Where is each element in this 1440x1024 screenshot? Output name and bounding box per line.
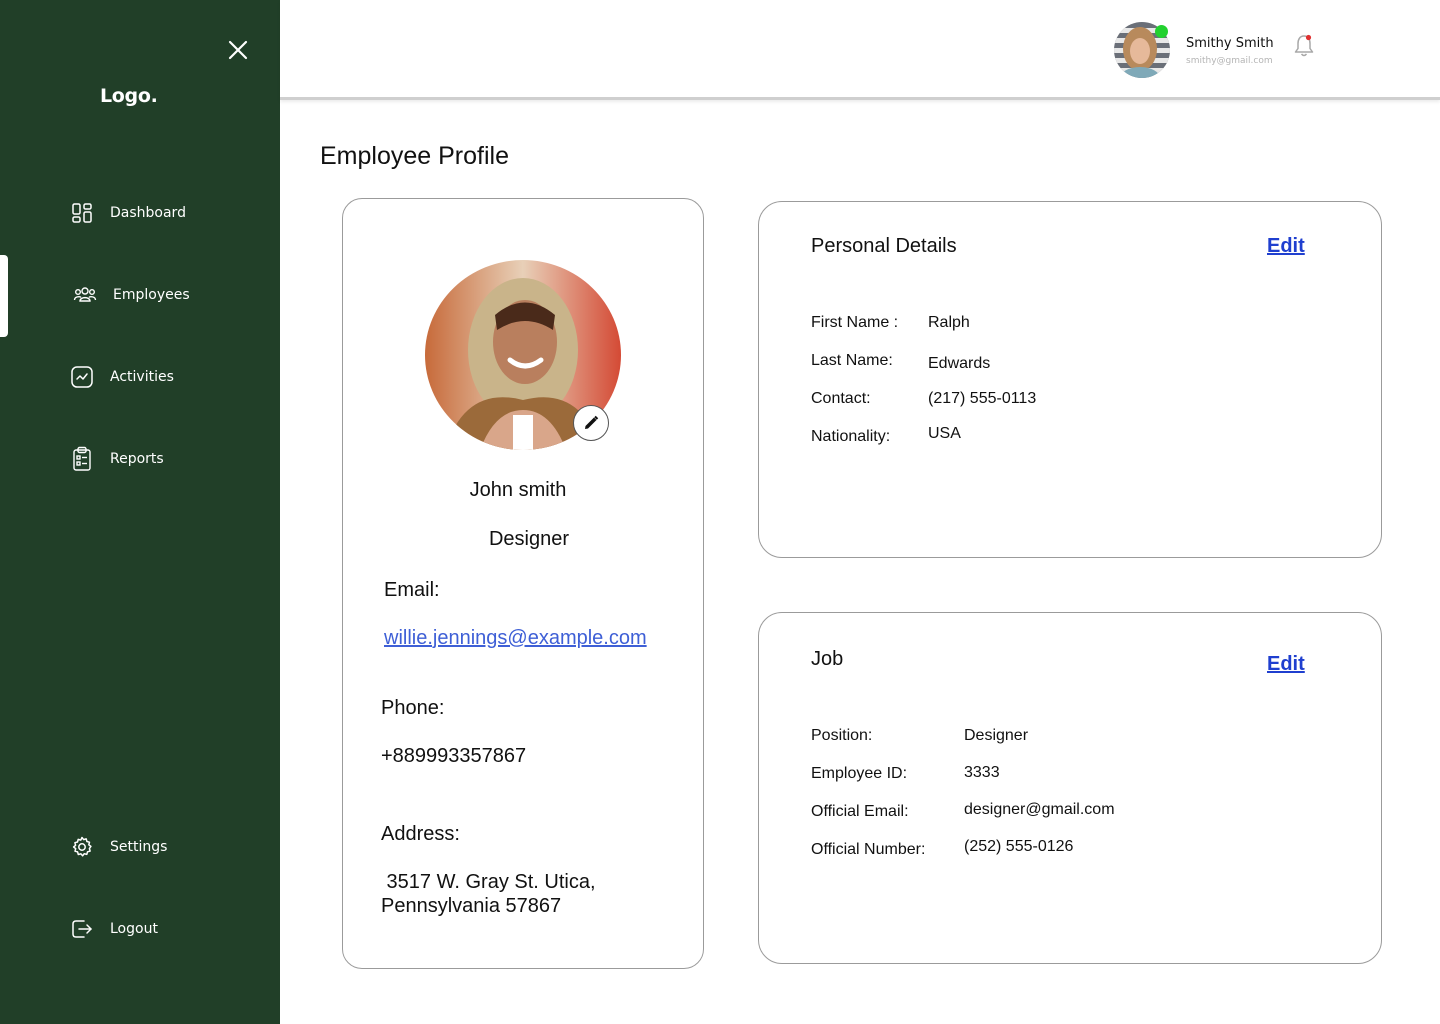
contact-label: Contact: xyxy=(811,390,871,407)
nationality-label: Nationality: xyxy=(811,428,891,445)
personal-details-title: Personal Details xyxy=(811,235,957,257)
official-number-value: (252) 555-0126 xyxy=(964,838,1074,855)
logout-icon xyxy=(70,917,94,941)
top-header: Smithy Smith smithy@gmail.com xyxy=(280,0,1440,100)
employee-name: John smith xyxy=(469,479,567,501)
page-title: Employee Profile xyxy=(320,142,509,170)
job-details-card: Job Edit Position: Designer Employee ID:… xyxy=(758,612,1382,964)
notifications-button[interactable] xyxy=(1292,33,1316,59)
address-label: Address: xyxy=(381,823,460,845)
sidebar-item-reports[interactable]: Reports xyxy=(70,444,164,474)
nationality-value: USA xyxy=(928,425,961,442)
phone-label: Phone: xyxy=(381,697,445,719)
sidebar-item-activities[interactable]: Activities xyxy=(70,362,174,392)
logo: Logo. xyxy=(100,85,158,107)
user-avatar[interactable] xyxy=(1114,22,1170,78)
sidebar-item-label: Logout xyxy=(110,921,158,937)
contact-value: (217) 555-0113 xyxy=(928,390,1037,407)
official-email-label: Official Email: xyxy=(811,803,909,820)
edit-job-link[interactable]: Edit xyxy=(1267,653,1305,676)
close-sidebar-button[interactable] xyxy=(226,38,250,62)
activity-chart-icon xyxy=(70,365,94,389)
pencil-icon xyxy=(585,415,599,429)
employees-icon xyxy=(73,283,97,307)
official-email-value: designer@gmail.com xyxy=(964,801,1115,818)
online-status-dot xyxy=(1155,25,1168,38)
official-number-label: Official Number: xyxy=(811,841,926,858)
user-email: smithy@gmail.com xyxy=(1186,56,1273,66)
sidebar-item-dashboard[interactable]: Dashboard xyxy=(70,198,186,228)
edit-personal-details-link[interactable]: Edit xyxy=(1267,235,1305,258)
sidebar-item-employees[interactable]: Employees xyxy=(73,280,190,310)
sidebar-item-label: Settings xyxy=(110,839,168,855)
sidebar-item-label: Employees xyxy=(113,287,190,303)
last-name-value: Edwards xyxy=(928,355,991,372)
phone-value: +889993357867 xyxy=(381,745,527,767)
sidebar-item-settings[interactable]: Settings xyxy=(70,832,167,862)
sidebar: Logo. Dashboard Employees Activities Rep… xyxy=(0,0,280,1024)
position-value: Designer xyxy=(964,727,1029,744)
gear-icon xyxy=(70,835,94,859)
sidebar-item-logout[interactable]: Logout xyxy=(70,914,158,944)
first-name-value: Ralph xyxy=(928,314,970,331)
sidebar-item-label: Activities xyxy=(110,369,174,385)
active-nav-indicator xyxy=(0,255,8,337)
sidebar-item-label: Reports xyxy=(110,451,164,467)
employee-id-label: Employee ID: xyxy=(811,765,908,782)
email-label: Email: xyxy=(384,579,440,601)
notification-dot xyxy=(1305,34,1312,41)
first-name-label: First Name : xyxy=(811,314,899,331)
sidebar-item-label: Dashboard xyxy=(110,205,186,221)
user-name: Smithy Smith xyxy=(1186,36,1274,51)
address-line-2: Pennsylvania 57867 xyxy=(381,895,562,917)
close-icon xyxy=(228,40,248,60)
bell-icon xyxy=(1294,34,1314,57)
personal-details-card: Personal Details Edit First Name : Ralph… xyxy=(758,201,1382,558)
clipboard-report-icon xyxy=(70,446,94,471)
address-line-1: 3517 W. Gray St. Utica, xyxy=(381,871,596,893)
employee-role: Designer xyxy=(488,528,570,550)
job-title: Job xyxy=(811,648,844,670)
employee-id-value: 3333 xyxy=(964,764,1000,781)
position-label: Position: xyxy=(811,727,873,744)
dashboard-icon xyxy=(70,201,94,225)
last-name-label: Last Name: xyxy=(811,352,893,369)
edit-photo-button[interactable] xyxy=(573,405,609,441)
email-link[interactable]: willie.jennings@example.com xyxy=(384,627,647,650)
profile-card: John smith Designer Email: willie.jennin… xyxy=(342,198,704,969)
